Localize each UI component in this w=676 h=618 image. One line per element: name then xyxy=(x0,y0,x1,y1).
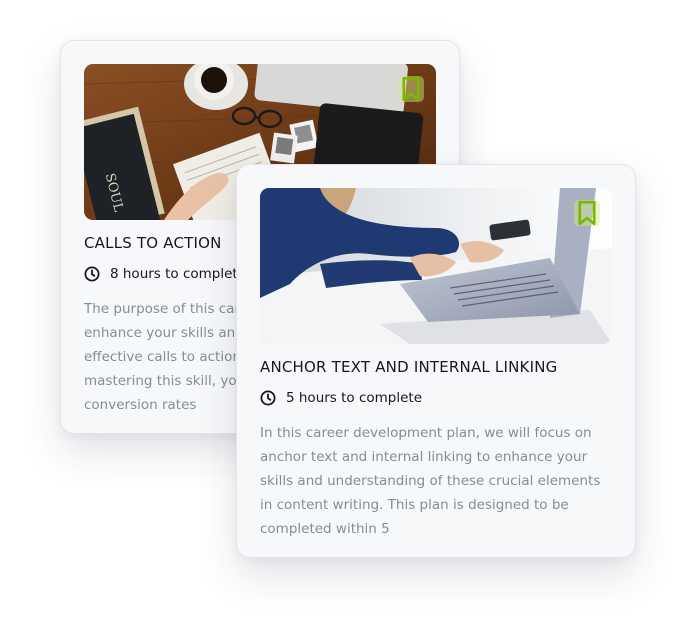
course-title: ANCHOR TEXT AND INTERNAL LINKING xyxy=(260,358,558,376)
bookmark-icon xyxy=(402,76,420,102)
clock-icon xyxy=(260,390,276,406)
duration-text: 8 hours to complete xyxy=(110,266,247,282)
bookmark-icon xyxy=(578,200,596,226)
course-description: In this career development plan, we will… xyxy=(260,425,601,537)
bookmark-button[interactable] xyxy=(398,76,424,102)
course-duration: 5 hours to complete xyxy=(260,390,422,406)
duration-text: 5 hours to complete xyxy=(286,390,423,406)
course-title: CALLS TO ACTION xyxy=(84,234,222,252)
course-card-anchor-text[interactable]: ANCHOR TEXT AND INTERNAL LINKING 5 hours… xyxy=(236,164,636,558)
course-thumbnail-laptop xyxy=(260,188,612,344)
course-duration: 8 hours to complete xyxy=(84,266,246,282)
clock-icon xyxy=(84,266,100,282)
bookmark-button[interactable] xyxy=(574,200,600,226)
